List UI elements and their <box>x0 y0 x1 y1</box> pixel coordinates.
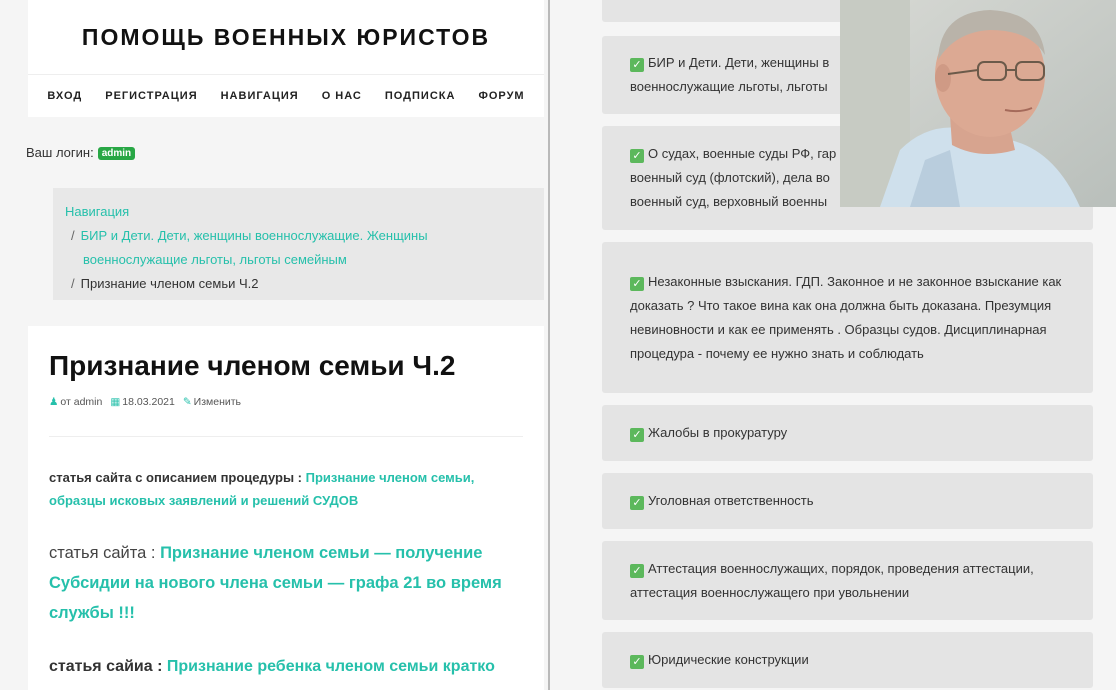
check-mark-icon: ✓ <box>630 655 644 669</box>
paragraph-3: статья сайиа : Признание ребенка членом … <box>49 658 495 675</box>
login-info: Ваш логин: admin <box>26 145 136 160</box>
check-mark-icon: ✓ <box>630 428 644 442</box>
check-mark-icon: ✓ <box>630 276 644 291</box>
check-mark-icon: ✓ <box>630 149 644 163</box>
edit-icon: ✎ <box>182 396 192 408</box>
category-card[interactable]: ✓ Жалобы в прокуратуру <box>602 405 1093 461</box>
webcam-overlay <box>840 0 1116 207</box>
check-mark-icon: ✓ <box>630 58 644 72</box>
breadcrumb-current: Признание членом семьи Ч.2 <box>80 276 259 291</box>
nav-login[interactable]: ВХОД <box>47 90 82 102</box>
webcam-video-icon <box>840 0 1116 207</box>
category-card[interactable]: ✓ Юридические конструкции <box>602 632 1093 688</box>
header-separator <box>28 74 544 75</box>
login-user-badge: admin <box>97 147 136 160</box>
category-card[interactable]: ✓ Аттестация военнослужащих, порядок, про… <box>602 541 1093 620</box>
check-mark-icon: ✓ <box>630 496 644 510</box>
nav-navigation[interactable]: НАВИГАЦИЯ <box>221 90 299 102</box>
breadcrumb-root[interactable]: Навигация <box>65 200 532 224</box>
article-separator <box>49 436 523 437</box>
link-child[interactable]: Признание ребенка членом семьи кратко <box>167 658 495 675</box>
breadcrumb-parent-cont[interactable]: военнослужащие льготы, льготы семейным <box>83 252 347 267</box>
calendar-icon: ▦ <box>110 396 121 408</box>
breadcrumb: Навигация / БИР и Дети. Дети, женщины вое… <box>53 188 544 300</box>
breadcrumb-separator: / <box>71 228 75 243</box>
site-title[interactable]: ПОМОЩЬ ВОЕННЫХ ЮРИСТОВ <box>28 24 544 51</box>
post-author[interactable]: ♟ от admin <box>49 396 102 408</box>
breadcrumb-separator: / <box>71 276 75 291</box>
post-meta: ♟ от admin ▦ 18.03.2021 ✎ Изменить <box>49 396 241 408</box>
website-pane: ПОМОЩЬ ВОЕННЫХ ЮРИСТОВ ВХОД РЕГИСТРАЦИЯ … <box>0 0 548 690</box>
nav-about[interactable]: О НАС <box>322 90 362 102</box>
user-icon: ♟ <box>49 396 59 408</box>
paragraph-2: статья сайта : Признание членом семьи — … <box>49 544 502 622</box>
nav-register[interactable]: РЕГИСТРАЦИЯ <box>105 90 197 102</box>
post-date[interactable]: ▦ 18.03.2021 <box>110 396 174 408</box>
page-title: Признание членом семьи Ч.2 <box>49 350 456 381</box>
category-card[interactable]: ✓ Уголовная ответственность <box>602 473 1093 529</box>
site-header: ПОМОЩЬ ВОЕННЫХ ЮРИСТОВ ВХОД РЕГИСТРАЦИЯ … <box>28 0 544 117</box>
article: Признание членом семьи Ч.2 ♟ от admin ▦ 18… <box>28 326 544 690</box>
check-mark-icon: ✓ <box>630 563 644 578</box>
nav-forum[interactable]: ФОРУМ <box>478 90 524 102</box>
nav-subscription[interactable]: ПОДПИСКА <box>385 90 456 102</box>
main-nav: ВХОД РЕГИСТРАЦИЯ НАВИГАЦИЯ О НАС ПОДПИСК… <box>28 90 544 102</box>
category-card[interactable]: ✓ Незаконные взыскания. ГДП. Законное и н… <box>602 242 1093 393</box>
breadcrumb-parent[interactable]: БИР и Дети. Дети, женщины военнослужащие… <box>81 228 428 243</box>
paragraph-1: статья сайта с описанием процедуры : При… <box>49 470 475 508</box>
post-edit[interactable]: ✎ Изменить <box>183 396 241 408</box>
login-label: Ваш логин: <box>26 145 94 160</box>
